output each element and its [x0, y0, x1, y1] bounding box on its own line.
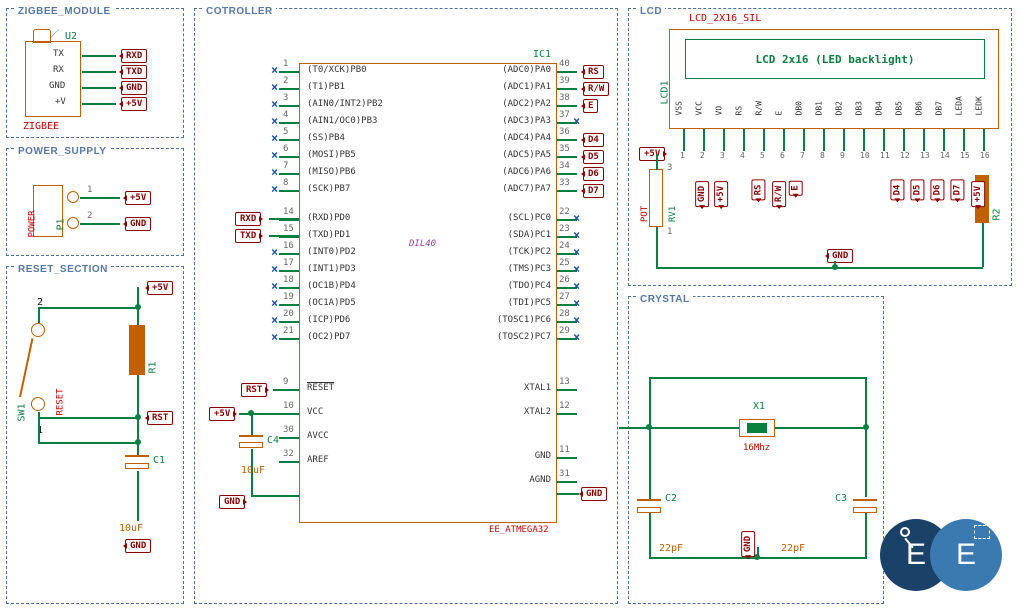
sw-ref: SW1 — [17, 403, 28, 421]
reset-title: RESET_SECTION — [15, 264, 111, 275]
lcd-n-d7: D7 — [950, 180, 964, 201]
power-ref: P1 — [56, 218, 67, 230]
mcu-type: EE_ATMEGA32 — [489, 525, 549, 535]
mcu-net-txd: TXD — [235, 229, 261, 243]
c4-val: 10uF — [241, 465, 265, 476]
zig-pin-rx: RX — [53, 65, 64, 75]
lcd-n-d6: D6 — [930, 180, 944, 201]
zigbee-title: ZIGBEE_MODULE — [15, 6, 114, 17]
lcd-n-d4: D4 — [890, 180, 904, 201]
lcd-text: LCD 2x16 (LED backlight) — [756, 53, 915, 66]
r1-val: 10k — [120, 359, 130, 375]
net-5v: +5V — [121, 97, 147, 111]
zig-pin-tx: TX — [53, 49, 64, 59]
pwr-circle2 — [67, 217, 79, 229]
r2-ref: R2 — [992, 208, 1003, 220]
lcd-type: LCD_2X16_SIL — [689, 13, 761, 24]
mcu-net-rst: RST — [241, 383, 267, 397]
xtal-gnd: GND — [741, 531, 755, 557]
net-rxd: RXD — [121, 49, 147, 63]
rst-net-5v: +5V — [147, 281, 173, 295]
lcd-title: LCD — [637, 6, 665, 17]
pot-name: POT — [640, 206, 650, 222]
lcd-n-leda: +5V — [971, 181, 985, 207]
sw-top — [31, 323, 45, 337]
crystal-title: CRYSTAL — [637, 294, 693, 305]
zigbee-name: ZIGBEE — [23, 121, 59, 132]
net-gnd: GND — [121, 81, 147, 95]
lcd-ref: LCD1 — [660, 80, 671, 104]
r1-body — [129, 325, 145, 375]
x1-val: 16Mhz — [743, 443, 770, 453]
mcu-net-vcc: +5V — [209, 407, 235, 421]
pwr-p1: 1 — [87, 185, 92, 195]
lcd-n-vcc: +5V — [714, 181, 728, 207]
sw-bot — [31, 397, 45, 411]
lcd-section: LCD LCD_2X16_SIL LCD 2x16 (LED backlight… — [628, 8, 1012, 286]
mcu-body — [299, 63, 557, 523]
c3-ref: C3 — [835, 493, 847, 504]
rst-net-gnd: GND — [125, 539, 151, 553]
c2-val: 22pF — [659, 543, 683, 554]
mcu-pkg: DIL40 — [409, 239, 436, 249]
zig-pin-v: +V — [55, 97, 66, 107]
mcu-net-rxd: RXD — [235, 212, 261, 226]
lcd-gnd: GND — [827, 249, 853, 263]
c2-ref: C2 — [665, 493, 677, 504]
zigbee-antenna — [33, 29, 51, 43]
crystal-section: CRYSTAL X1 16Mhz C2 22pF C3 22pF GND — [628, 296, 884, 604]
zigbee-antline: ／ — [50, 27, 59, 40]
mcu-c4-gnd: GND — [219, 495, 245, 509]
lcd-n-d5: D5 — [910, 180, 924, 201]
rst-net-out: RST — [147, 411, 173, 425]
pwr-circle1 — [67, 191, 79, 203]
xtal-inner — [747, 423, 767, 433]
mcu-title: COTROLLER — [203, 6, 276, 17]
pot-ref: RV1 — [668, 206, 678, 222]
lcd-n-e: E — [789, 180, 803, 195]
controller-section: COTROLLER IC1 DIL40 EE_ATMEGA32 ×1(T0/XC… — [194, 8, 618, 604]
c1-val: 10uF — [119, 523, 143, 534]
lcd-screen: LCD 2x16 (LED backlight) — [685, 39, 985, 79]
power-section: POWER_SUPPLY POWER P1 1 2 +5V GND — [6, 148, 184, 256]
zigbee-section: ZIGBEE_MODULE ／ U2 ZIGBEE TX RX GND +V R… — [6, 8, 184, 138]
pot-body — [649, 169, 663, 227]
pwr-net-5v: +5V — [125, 191, 151, 205]
lcd-n-rs: RS — [751, 180, 765, 201]
pwr-p2: 2 — [87, 211, 92, 221]
mcu-net-agnd: GND — [581, 487, 607, 501]
sw-lever — [19, 338, 33, 397]
pwr-net-gnd: GND — [125, 217, 151, 231]
r1-ref: R1 — [148, 361, 159, 373]
x1-ref: X1 — [753, 401, 765, 412]
zig-pin-gnd: GND — [49, 81, 65, 91]
sw-name: RESET — [56, 388, 66, 415]
mcu-ref: IC1 — [533, 49, 551, 60]
c1-ref: C1 — [153, 455, 165, 466]
power-title: POWER_SUPPLY — [15, 146, 109, 157]
power-name: POWER — [28, 210, 38, 237]
net-txd: TXD — [121, 65, 147, 79]
logo: E E — [880, 513, 1000, 593]
zigbee-ref: U2 — [65, 31, 77, 42]
lcd-n-rw: R/W — [772, 181, 786, 207]
reset-section: RESET_SECTION 2 SW1 RESET 1 +5V 10k R1 R… — [6, 266, 184, 604]
r2-val: 1k — [961, 209, 971, 220]
c4-ref: C4 — [267, 435, 279, 446]
lcd-pot-5v: +5V — [639, 147, 665, 161]
c3-val: 22pF — [781, 543, 805, 554]
lcd-n-vss: GND — [695, 181, 709, 207]
